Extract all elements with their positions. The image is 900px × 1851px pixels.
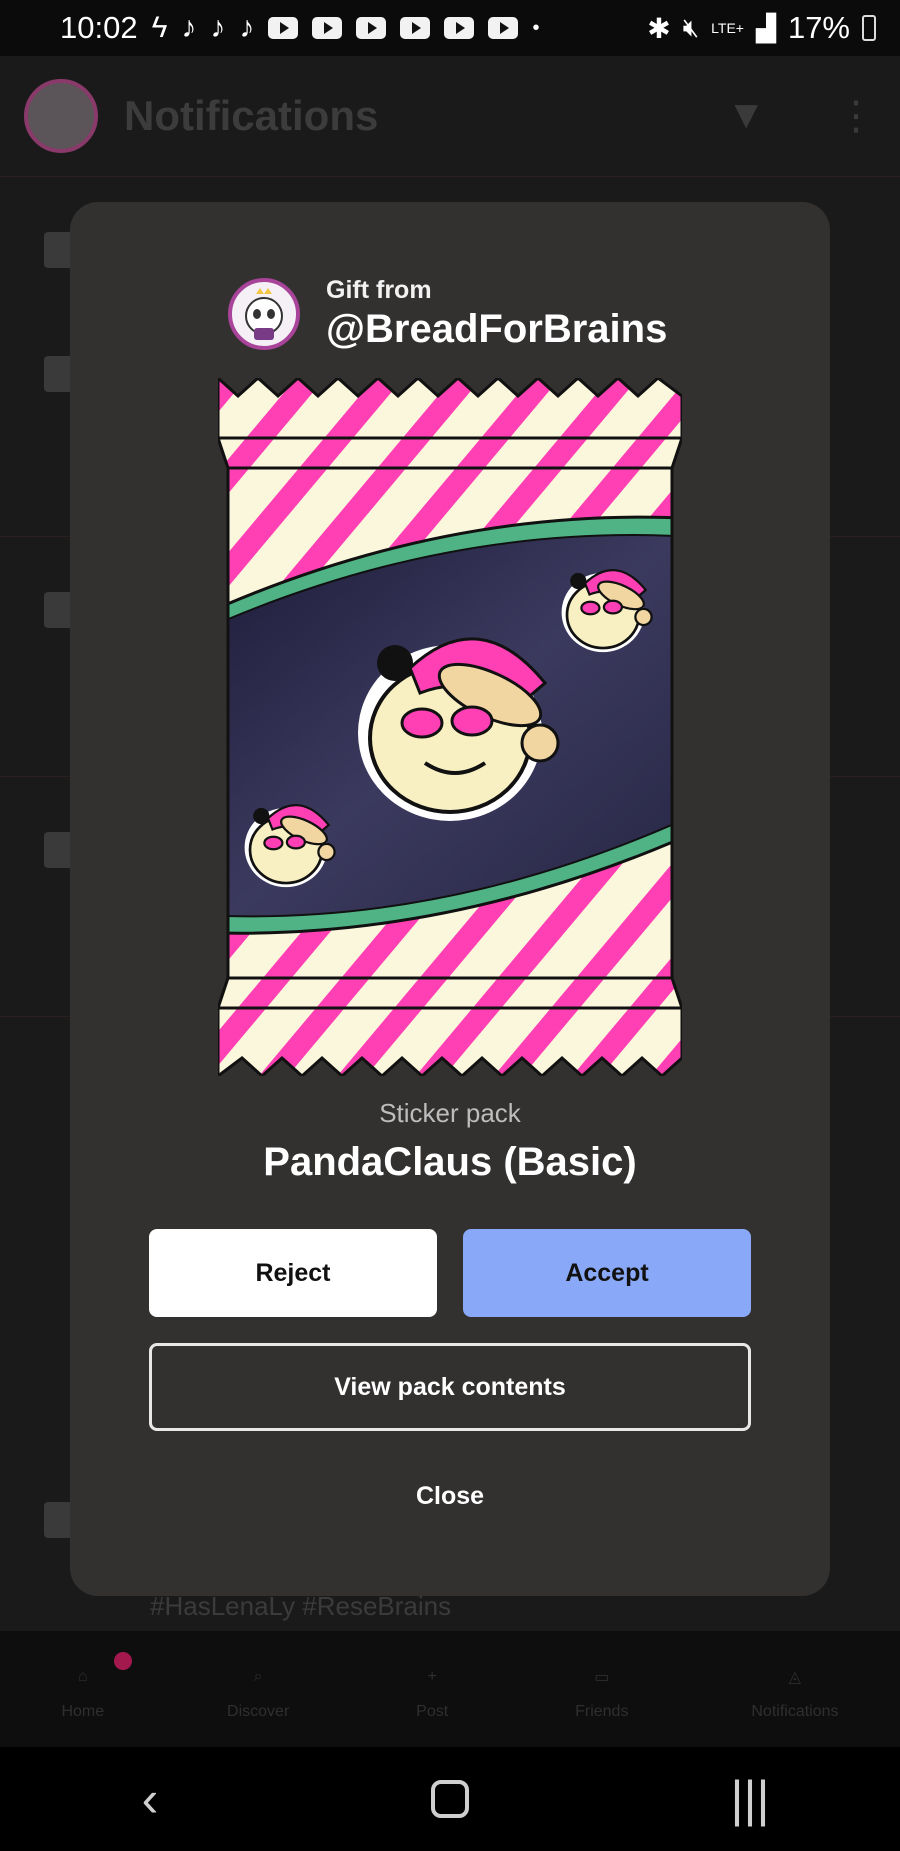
status-time: 10:02: [60, 10, 138, 45]
back-icon[interactable]: ‹: [90, 1770, 210, 1828]
recents-icon[interactable]: |||: [690, 1770, 810, 1828]
home-icon: ⌂: [77, 1668, 88, 1685]
tiktok-icon: ♪: [239, 11, 255, 44]
search-icon: ⌕: [253, 1668, 263, 1685]
background-header: Notifications ▼ ⋮: [0, 56, 900, 176]
more-icon[interactable]: ⋮: [836, 93, 876, 139]
status-notification-icons: ϟ ♪ ♪ ♪ •: [152, 11, 540, 45]
nav-home[interactable]: ⌂ Home: [61, 1657, 104, 1721]
gift-modal: Gift from @BreadForBrains Sticker pack P…: [70, 202, 830, 1596]
flash-icon: ϟ: [151, 11, 168, 44]
plus-icon: +: [427, 1668, 437, 1685]
mute-icon: 🔇︎: [682, 12, 700, 42]
network-type: LTE+: [711, 20, 744, 36]
nav-friends[interactable]: ▭ Friends: [575, 1657, 628, 1721]
nav-label: Post: [416, 1703, 449, 1720]
nav-post[interactable]: + Post: [412, 1657, 452, 1721]
status-bar: 10:02 ϟ ♪ ♪ ♪ • ✱ 🔇︎ LTE+ ▟ 17%: [0, 0, 900, 56]
tiktok-icon: ♪: [181, 11, 197, 44]
close-button[interactable]: Close: [300, 1456, 600, 1536]
home-square-icon: [431, 1780, 469, 1818]
accept-button[interactable]: Accept: [463, 1229, 751, 1317]
nav-label: Home: [61, 1703, 105, 1720]
youtube-icon: [444, 17, 475, 39]
youtube-icon: [312, 17, 343, 39]
pack-type-label: Sticker pack: [379, 1098, 521, 1128]
reject-button[interactable]: Reject: [149, 1229, 437, 1317]
nav-label: Notifications: [751, 1703, 839, 1720]
nav-notifications[interactable]: ◬ Notifications: [751, 1657, 838, 1721]
bell-icon: ◬: [788, 1669, 802, 1686]
bottom-nav: ⌂ Home ⌕ Discover + Post ▭ Friends ◬ Not…: [0, 1631, 900, 1747]
filter-icon[interactable]: ▼: [726, 93, 766, 139]
sender-avatar[interactable]: [228, 278, 300, 350]
youtube-icon: [356, 17, 387, 39]
nav-discover[interactable]: ⌕ Discover: [227, 1657, 289, 1721]
notification-row[interactable]: [0, 176, 900, 177]
system-nav: ‹ |||: [0, 1747, 900, 1851]
youtube-icon: [268, 17, 299, 39]
youtube-icon: [488, 17, 519, 39]
home-button[interactable]: [390, 1780, 510, 1818]
profile-avatar[interactable]: [24, 79, 98, 153]
background-title: Notifications: [124, 92, 379, 139]
dot-icon: •: [532, 16, 540, 39]
pack-name: PandaClaus (Basic): [263, 1140, 637, 1184]
view-pack-contents-button[interactable]: View pack contents: [149, 1343, 751, 1431]
gift-header: Gift from @BreadForBrains: [228, 276, 667, 352]
battery-icon: [862, 15, 876, 41]
notification-dot: [114, 1652, 132, 1670]
sender-username[interactable]: @BreadForBrains: [326, 307, 667, 352]
signal-icon: ▟: [755, 12, 776, 43]
youtube-icon: [400, 17, 431, 39]
bluetooth-icon: ✱: [647, 12, 671, 44]
tiktok-icon: ♪: [210, 11, 226, 44]
sticker-pack-image: [218, 378, 682, 1076]
chat-icon: ▭: [594, 1669, 610, 1686]
battery-text: 17%: [787, 10, 850, 45]
panda-avatar-icon: [245, 288, 283, 340]
gift-from-label: Gift from: [326, 276, 432, 304]
nav-label: Discover: [227, 1703, 290, 1720]
nav-label: Friends: [575, 1703, 629, 1720]
